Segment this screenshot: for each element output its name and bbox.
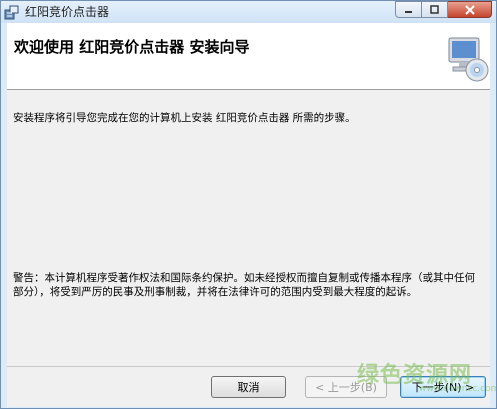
watermark-url: www.downcc.com [419,384,497,394]
copyright-warning: 警告：本计算机程序受著作权法和国际条约保护。如未经授权而擅自复制或传播本程序（或… [13,272,475,298]
close-icon [464,4,475,15]
maximize-icon [430,5,439,14]
installer-icon [4,5,19,20]
wizard-body: 安装程序将引导您完成在您的计算机上安装 红阳竞价点击器 所需的步骤。 警告：本计… [7,90,490,366]
minimize-button[interactable] [395,1,422,18]
window-title: 红阳竞价点击器 [25,5,110,19]
wizard-header: 欢迎使用 红阳竞价点击器 安装向导 [7,23,490,90]
maximize-button[interactable] [422,1,448,18]
installer-window: 红阳竞价点击器 欢迎使用 红阳竞价点击器 安装向导 安装程序将引导您完成在您的计… [0,0,497,409]
wizard-heading: 欢迎使用 红阳竞价点击器 安装向导 [14,38,250,56]
intro-text: 安装程序将引导您完成在您的计算机上安装 红阳竞价点击器 所需的步骤。 [13,112,356,124]
close-button[interactable] [448,1,492,18]
cancel-button[interactable]: 取消 [211,376,286,398]
title-bar[interactable]: 红阳竞价点击器 [1,1,496,23]
computer-cd-icon [448,37,489,82]
caption-buttons [395,1,492,18]
minimize-icon [405,11,412,13]
